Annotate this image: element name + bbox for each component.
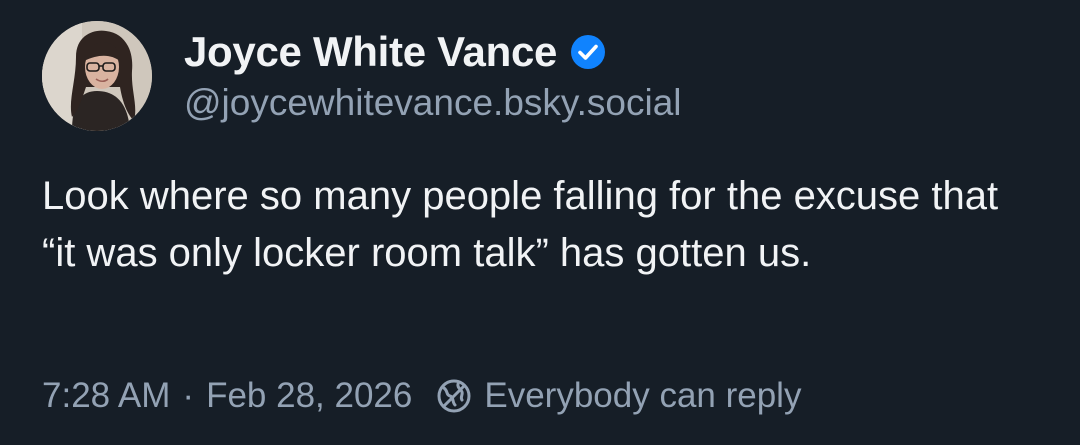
avatar-image [42, 21, 152, 131]
meta-separator: · [182, 376, 195, 415]
author-handle[interactable]: @joycewhitevance.bsky.social [184, 82, 682, 124]
avatar[interactable] [42, 21, 152, 131]
post: Joyce White Vance @joycewhitevance.bsky.… [0, 0, 1080, 445]
post-time[interactable]: 7:28 AM [42, 376, 170, 416]
verified-check-icon[interactable] [569, 33, 607, 71]
display-name-row: Joyce White Vance [184, 26, 607, 78]
post-date[interactable]: Feb 28, 2026 [206, 376, 412, 416]
post-meta: 7:28 AM · Feb 28, 2026 Everybody can rep… [42, 372, 801, 420]
post-text: Look where so many people falling for th… [42, 174, 999, 275]
reply-settings-globe-icon [436, 378, 472, 414]
display-name[interactable]: Joyce White Vance [184, 28, 557, 76]
reply-setting[interactable]: Everybody can reply [484, 376, 801, 416]
